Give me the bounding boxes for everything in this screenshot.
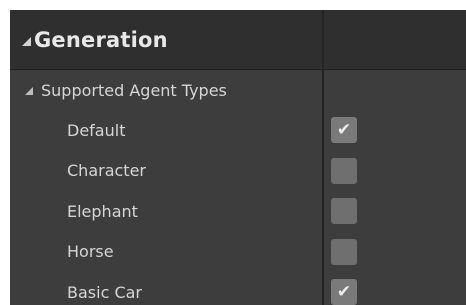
- agent-type-label: Horse: [67, 242, 114, 261]
- agent-type-label: Default: [67, 120, 126, 140]
- property-value-cell: ✔: [324, 272, 466, 305]
- category-header-generation[interactable]: Generation: [10, 10, 466, 70]
- property-row: Character: [10, 151, 466, 191]
- agent-type-label: Elephant: [67, 201, 138, 221]
- property-row: Basic Car ✔: [10, 272, 466, 305]
- agent-type-label: Character: [67, 161, 146, 180]
- property-label-cell: Character: [10, 151, 322, 191]
- agent-type-checkbox[interactable]: ✔: [331, 279, 357, 305]
- group-label: Supported Agent Types: [41, 80, 227, 100]
- category-label-cell: Generation: [10, 10, 322, 69]
- property-label-cell: Default: [10, 110, 322, 150]
- category-expand-arrow-icon[interactable]: [22, 37, 31, 46]
- property-label-cell: Horse: [10, 232, 322, 272]
- property-value-cell: [324, 191, 466, 231]
- property-label-cell: Basic Car: [10, 272, 322, 305]
- group-row-supported-agent-types[interactable]: Supported Agent Types: [10, 70, 466, 110]
- agent-type-checkbox[interactable]: [331, 157, 357, 184]
- agent-type-checkbox[interactable]: [331, 198, 357, 224]
- property-label-cell: Elephant: [10, 191, 322, 231]
- agent-type-label: Basic Car: [67, 282, 142, 302]
- details-panel: Generation Supported Agent Types Default…: [10, 10, 466, 305]
- property-value-cell: [324, 151, 466, 191]
- property-row: Elephant: [10, 191, 466, 231]
- property-row: Default ✔: [10, 110, 466, 150]
- property-value-cell: [324, 232, 466, 272]
- property-row: Horse: [10, 232, 466, 272]
- category-title: Generation: [34, 27, 168, 52]
- agent-type-checkbox[interactable]: ✔: [331, 117, 357, 143]
- checkmark-icon: ✔: [336, 119, 352, 140]
- checkmark-icon: ✔: [336, 281, 352, 302]
- group-expand-arrow-icon[interactable]: [25, 87, 33, 95]
- property-value-cell: ✔: [324, 110, 466, 150]
- agent-type-checkbox[interactable]: [331, 238, 357, 265]
- group-label-cell: Supported Agent Types: [10, 70, 322, 110]
